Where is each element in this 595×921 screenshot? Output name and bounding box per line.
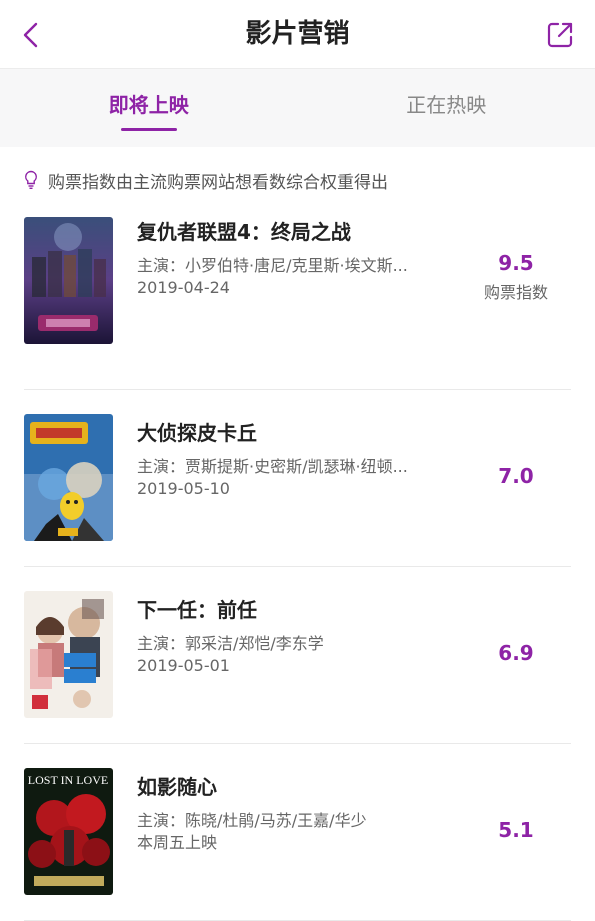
- movie-cast: 主演：小罗伯特·唐尼/克里斯·埃文斯...: [137, 255, 457, 277]
- movie-item[interactable]: 复仇者联盟4：终局之战 主演：小罗伯特·唐尼/克里斯·埃文斯... 2019-0…: [24, 213, 571, 390]
- ticket-index: 5.1: [461, 818, 571, 842]
- ticket-index-value: 7.0: [461, 464, 571, 488]
- ticket-index-value: 5.1: [461, 818, 571, 842]
- movie-poster-lost-in-love: LOST IN LOVE: [24, 768, 113, 895]
- movie-cast: 主演：陈晓/杜鹃/马苏/王嘉/华少: [137, 810, 457, 832]
- movie-release-date: 2019-05-01: [137, 655, 457, 677]
- lightbulb-icon: [24, 170, 38, 190]
- ticket-index-value: 6.9: [461, 641, 571, 665]
- movie-release-date: 本周五上映: [137, 832, 457, 854]
- movie-item[interactable]: 大侦探皮卡丘 主演：贾斯提斯·史密斯/凯瑟琳·纽顿... 2019-05-10 …: [24, 390, 571, 567]
- tab-coming-soon-label: 即将上映: [109, 93, 189, 117]
- movie-info: 下一任：前任 主演：郭采洁/郑恺/李东学 2019-05-01: [137, 591, 457, 677]
- active-tab-indicator: [121, 128, 177, 131]
- top-navigation-bar: 影片营销: [0, 0, 595, 69]
- movie-release-date: 2019-04-24: [137, 277, 457, 299]
- movie-info: 大侦探皮卡丘 主演：贾斯提斯·史密斯/凯瑟琳·纽顿... 2019-05-10: [137, 414, 457, 500]
- movie-cast: 主演：郭采洁/郑恺/李东学: [137, 633, 457, 655]
- movie-info: 如影随心 主演：陈晓/杜鹃/马苏/王嘉/华少 本周五上映: [137, 768, 457, 854]
- movie-poster-pikachu: [24, 414, 113, 541]
- movie-title: 下一任：前任: [137, 595, 457, 625]
- tab-now-showing[interactable]: 正在热映: [298, 69, 595, 147]
- ticket-index-value: 9.5: [461, 251, 571, 275]
- ticket-index: 7.0: [461, 464, 571, 488]
- ticket-index: 6.9: [461, 641, 571, 665]
- movie-release-date: 2019-05-10: [137, 478, 457, 500]
- share-button[interactable]: [543, 18, 577, 52]
- tab-now-showing-label: 正在热映: [406, 93, 486, 117]
- movie-poster-next-ex: [24, 591, 113, 718]
- ticket-index-tip: 购票指数由主流购票网站想看数综合权重得出: [0, 147, 595, 213]
- tip-text: 购票指数由主流购票网站想看数综合权重得出: [48, 168, 388, 193]
- movie-info: 复仇者联盟4：终局之战 主演：小罗伯特·唐尼/克里斯·埃文斯... 2019-0…: [137, 213, 457, 299]
- movie-title: 如影随心: [137, 772, 457, 802]
- back-button[interactable]: [14, 18, 48, 52]
- movie-cast: 主演：贾斯提斯·史密斯/凯瑟琳·纽顿...: [137, 456, 457, 478]
- movie-item[interactable]: 下一任：前任 主演：郭采洁/郑恺/李东学 2019-05-01 6.9: [24, 567, 571, 744]
- page-title: 影片营销: [0, 0, 595, 68]
- movie-item[interactable]: LOST IN LOVE 如影随心 主演：陈晓/杜鹃/马苏/王嘉/华少 本周五上…: [24, 744, 571, 921]
- ticket-index-label: 购票指数: [461, 279, 571, 303]
- poster-title-art: LOST IN LOVE: [28, 773, 108, 787]
- tab-bar: 即将上映 正在热映: [0, 69, 595, 147]
- chevron-left-icon: [21, 21, 41, 49]
- movie-list: 复仇者联盟4：终局之战 主演：小罗伯特·唐尼/克里斯·埃文斯... 2019-0…: [0, 213, 595, 921]
- share-external-icon: [545, 20, 575, 50]
- movie-title: 复仇者联盟4：终局之战: [137, 217, 457, 247]
- tab-coming-soon[interactable]: 即将上映: [0, 69, 298, 147]
- movie-poster-avengers: [24, 217, 113, 344]
- ticket-index: 9.5 购票指数: [461, 251, 571, 303]
- movie-title: 大侦探皮卡丘: [137, 418, 457, 448]
